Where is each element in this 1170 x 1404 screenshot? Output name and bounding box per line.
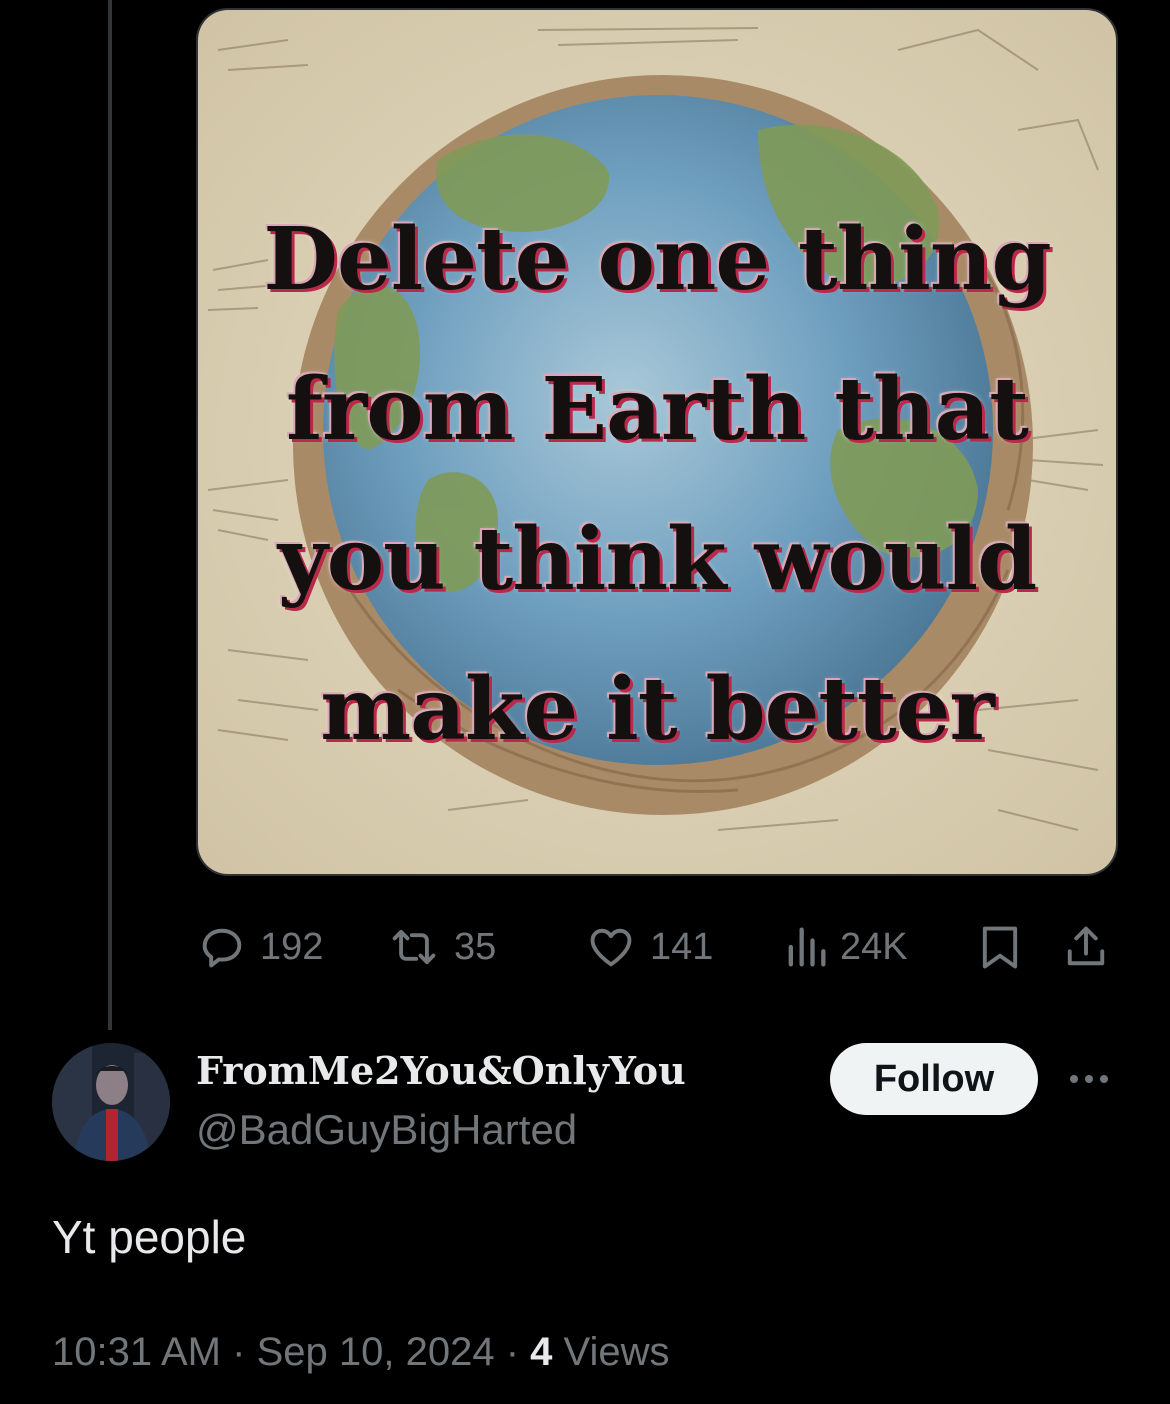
reply-author-name[interactable]: FromMe2You&OnlyYou [196, 1048, 686, 1093]
follow-button[interactable]: Follow [830, 1043, 1038, 1115]
reply-author-handle[interactable]: @BadGuyBigHarted [196, 1106, 577, 1154]
repost-count: 35 [454, 925, 497, 968]
more-icon[interactable] [1066, 1064, 1112, 1094]
share-button[interactable] [1062, 915, 1110, 979]
reply-views-label: Views [563, 1330, 670, 1374]
reply-date[interactable]: Sep 10, 2024 [257, 1330, 495, 1374]
views-button[interactable]: 24K [784, 915, 908, 979]
tweet-action-bar: 192 35 141 24K [196, 915, 1118, 979]
like-button[interactable]: 141 [584, 915, 713, 979]
bookmark-icon [982, 926, 1018, 969]
views-icon [788, 927, 826, 967]
bookmark-button[interactable] [976, 915, 1024, 979]
reply-icon [202, 928, 242, 968]
reply-count: 192 [260, 925, 324, 968]
views-count: 24K [840, 925, 908, 968]
image-caption: Delete one thing from Earth that you thi… [198, 185, 1116, 785]
caption-line: you think would [277, 509, 1038, 610]
caption-line: Delete one thing [263, 209, 1051, 310]
avatar-image [52, 1043, 170, 1161]
reply-time[interactable]: 10:31 AM [52, 1330, 221, 1374]
reply-button[interactable]: 192 [196, 915, 323, 979]
reply-text: Yt people [52, 1211, 247, 1263]
caption-line: from Earth that [285, 359, 1029, 460]
like-count: 141 [650, 925, 714, 968]
like-icon [590, 928, 632, 967]
separator: · [232, 1330, 246, 1374]
avatar[interactable] [52, 1043, 170, 1161]
caption-line: make it better [320, 659, 995, 760]
tweet-image[interactable]: Delete one thing from Earth that you thi… [196, 8, 1118, 876]
thread-connector-line [108, 0, 112, 1030]
reply-views-count: 4 [530, 1330, 553, 1374]
reply-metadata: 10:31 AM · Sep 10, 2024 · 4 Views [52, 1330, 670, 1375]
repost-icon [392, 929, 436, 965]
separator: · [505, 1330, 520, 1374]
repost-button[interactable]: 35 [386, 915, 496, 979]
share-icon [1067, 926, 1105, 966]
